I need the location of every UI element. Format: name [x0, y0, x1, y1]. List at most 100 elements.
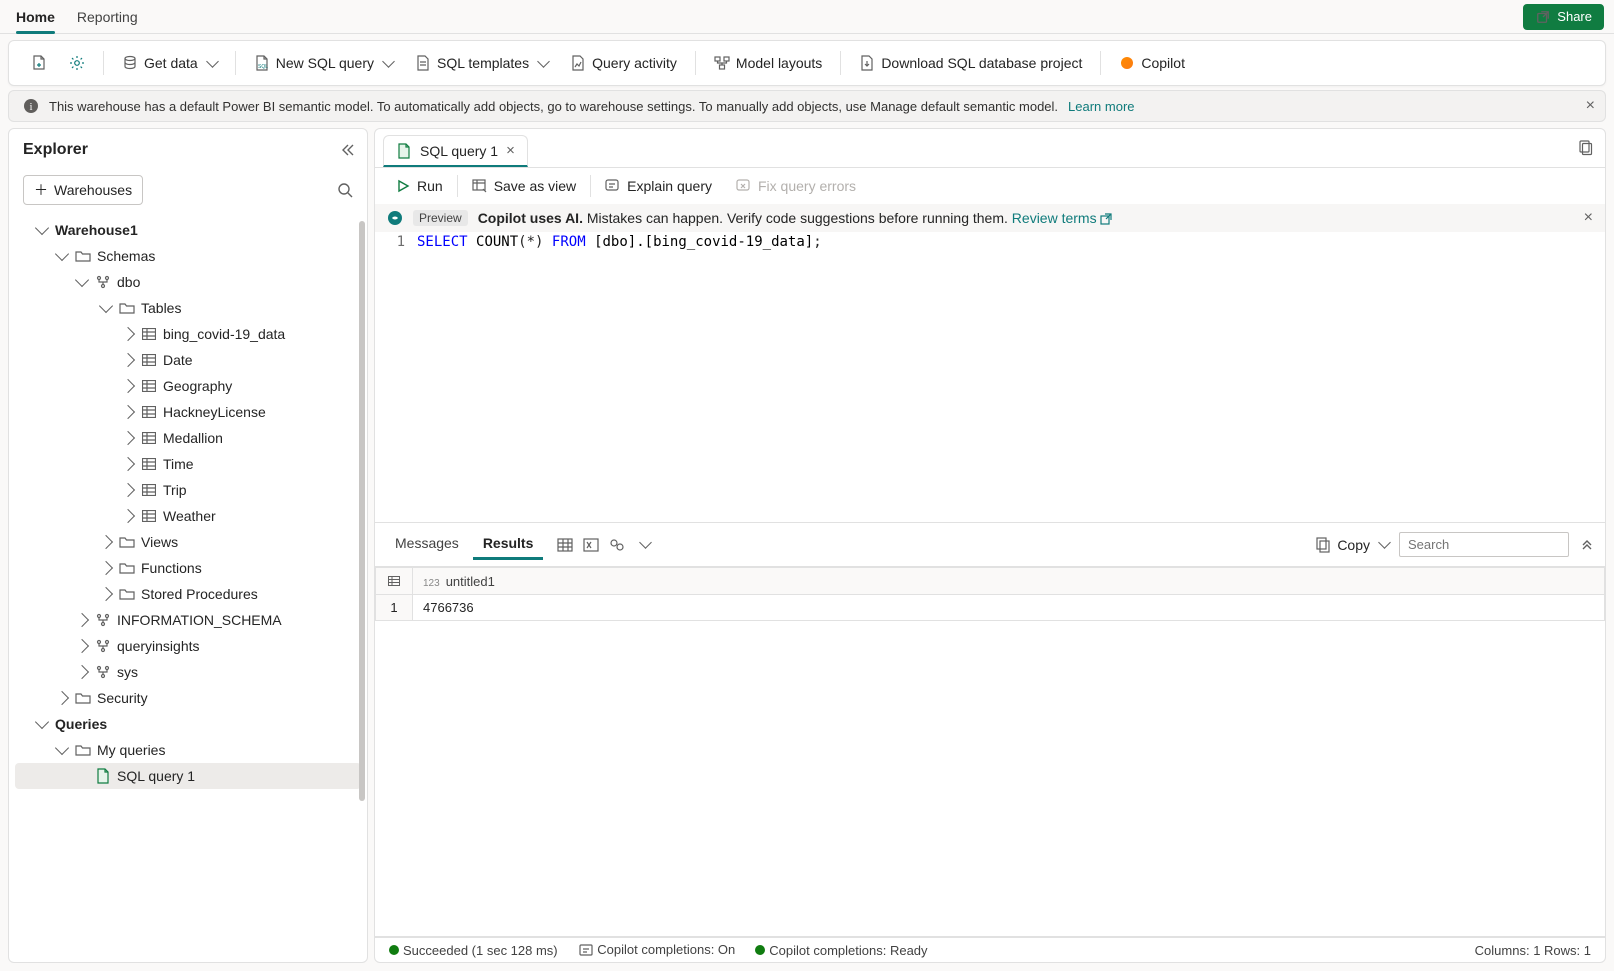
results-grid[interactable]: 123untitled1 1 4766736: [374, 566, 1606, 937]
tree-queries[interactable]: Queries: [15, 711, 361, 737]
sql-file-icon: [396, 143, 412, 159]
visualize-icon[interactable]: [609, 537, 625, 553]
row-selector-header[interactable]: [376, 568, 413, 595]
explorer-panel: Explorer ＋ Warehouses Warehouse1 Schemas…: [8, 128, 368, 963]
info-banner: i This warehouse has a default Power BI …: [8, 90, 1606, 122]
row-index: 1: [376, 595, 413, 621]
status-copilot-on: Copilot completions: On: [578, 942, 736, 958]
sql-templates-label: SQL templates: [437, 55, 529, 71]
copy-icon: [1315, 537, 1331, 553]
explorer-tree: Warehouse1 Schemas dbo Tables bing_covid…: [9, 215, 367, 962]
tree-schema-dbo[interactable]: dbo: [15, 269, 361, 295]
gear-icon: [69, 55, 85, 71]
results-search-input[interactable]: [1399, 532, 1569, 557]
tree-table-item[interactable]: Date: [15, 347, 361, 373]
file-tab-bar: SQL query 1 ×: [374, 128, 1606, 168]
tree-schema-item[interactable]: INFORMATION_SCHEMA: [15, 607, 361, 633]
tree-table-item[interactable]: Weather: [15, 503, 361, 529]
sql-editor[interactable]: 1 SELECT COUNT(*) FROM [dbo].[bing_covid…: [374, 232, 1606, 522]
download-project-button[interactable]: Download SQL database project: [851, 51, 1090, 75]
page-plus-icon: [31, 55, 47, 71]
tree-my-queries[interactable]: My queries: [15, 737, 361, 763]
file-tab[interactable]: SQL query 1 ×: [383, 135, 528, 167]
tab-results[interactable]: Results: [473, 529, 544, 560]
query-activity-button[interactable]: Query activity: [562, 51, 685, 75]
share-button[interactable]: Share: [1523, 4, 1604, 30]
tab-home[interactable]: Home: [16, 1, 55, 33]
new-sql-label: New SQL query: [276, 55, 374, 71]
results-header: Messages Results Copy: [374, 522, 1606, 566]
activity-icon: [570, 55, 586, 71]
copilot-button[interactable]: Copilot: [1111, 51, 1193, 75]
tree-query-item[interactable]: SQL query 1: [15, 763, 361, 789]
get-data-button[interactable]: Get data: [114, 51, 225, 75]
learn-more-link[interactable]: Learn more: [1068, 99, 1134, 114]
expand-results-icon[interactable]: [1579, 537, 1595, 553]
fix-errors-button: Fix query errors: [726, 174, 866, 198]
copy-layout-icon[interactable]: [1577, 140, 1593, 156]
table-icon: [386, 573, 402, 589]
tree-table-item[interactable]: bing_covid-19_data: [15, 321, 361, 347]
copy-button[interactable]: Copy: [1315, 537, 1389, 553]
share-icon: [1535, 9, 1551, 25]
table-icon: [141, 352, 157, 368]
add-warehouse-button[interactable]: ＋ Warehouses: [23, 175, 143, 205]
tab-messages[interactable]: Messages: [385, 529, 469, 560]
table-icon: [141, 508, 157, 524]
close-copilot-banner[interactable]: ×: [1584, 209, 1593, 227]
run-button[interactable]: Run: [385, 174, 453, 198]
info-banner-text: This warehouse has a default Power BI se…: [49, 99, 1058, 114]
collapse-explorer-button[interactable]: [339, 142, 355, 158]
tree-table-item[interactable]: Medallion: [15, 425, 361, 451]
tree-table-item[interactable]: Geography: [15, 373, 361, 399]
explain-query-button[interactable]: Explain query: [595, 174, 722, 198]
tab-reporting[interactable]: Reporting: [77, 1, 138, 33]
column-header[interactable]: 123untitled1: [413, 568, 1605, 595]
save-as-view-button[interactable]: Save as view: [462, 174, 586, 198]
close-tab-button[interactable]: ×: [506, 142, 515, 159]
search-icon[interactable]: [337, 182, 353, 198]
new-item-button[interactable]: [23, 51, 55, 75]
status-rowcount: Columns: 1 Rows: 1: [1475, 943, 1591, 958]
close-banner-button[interactable]: ×: [1586, 97, 1595, 115]
tree-schema-item[interactable]: queryinsights: [15, 633, 361, 659]
tree-security[interactable]: Security: [15, 685, 361, 711]
review-terms-link[interactable]: Review terms: [1012, 210, 1113, 226]
download-project-label: Download SQL database project: [881, 55, 1082, 71]
workspace: SQL query 1 × Run Save as view Explain q…: [374, 128, 1606, 963]
schema-icon: [95, 664, 111, 680]
sql-templates-button[interactable]: SQL templates: [407, 51, 556, 75]
tree-warehouse[interactable]: Warehouse1: [15, 217, 361, 243]
table-icon: [141, 482, 157, 498]
tree-schemas[interactable]: Schemas: [15, 243, 361, 269]
get-data-label: Get data: [144, 55, 198, 71]
settings-button[interactable]: [61, 51, 93, 75]
editor-content[interactable]: SELECT COUNT(*) FROM [dbo].[bing_covid-1…: [415, 232, 1605, 522]
tree-functions[interactable]: Functions: [15, 555, 361, 581]
tree-table-item[interactable]: Time: [15, 451, 361, 477]
schema-icon: [95, 612, 111, 628]
tree-schema-item[interactable]: sys: [15, 659, 361, 685]
tree-views[interactable]: Views: [15, 529, 361, 555]
plus-icon: ＋: [34, 180, 48, 200]
tree-table-item[interactable]: Trip: [15, 477, 361, 503]
more-results-options[interactable]: [635, 537, 651, 553]
query-activity-label: Query activity: [592, 55, 677, 71]
grid-icon[interactable]: [557, 537, 573, 553]
copilot-banner-text: Mistakes can happen. Verify code suggest…: [587, 210, 1008, 226]
folder-icon: [119, 534, 135, 550]
table-icon: [141, 326, 157, 342]
scrollbar-thumb[interactable]: [359, 221, 365, 801]
table-row[interactable]: 1 4766736: [376, 595, 1605, 621]
tree-tables[interactable]: Tables: [15, 295, 361, 321]
table-icon: [141, 404, 157, 420]
table-icon: [141, 456, 157, 472]
tree-table-item[interactable]: HackneyLicense: [15, 399, 361, 425]
excel-icon[interactable]: [583, 537, 599, 553]
model-layouts-label: Model layouts: [736, 55, 822, 71]
tree-sprocs[interactable]: Stored Procedures: [15, 581, 361, 607]
new-sql-button[interactable]: SQL New SQL query: [246, 51, 401, 75]
schema-icon: [95, 274, 111, 290]
completions-icon: [578, 942, 594, 958]
model-layouts-button[interactable]: Model layouts: [706, 51, 830, 75]
